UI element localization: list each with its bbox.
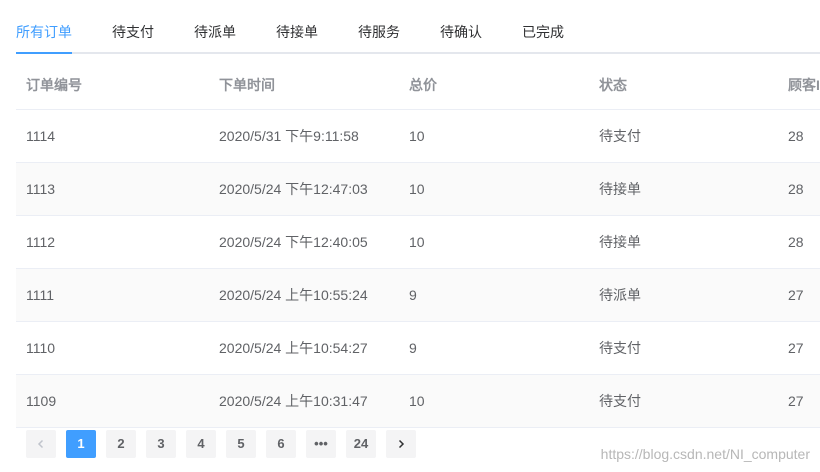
order-time-cell: 2020/5/24 上午10:54:27 — [219, 340, 368, 356]
page-button-6[interactable]: 6 — [266, 430, 296, 458]
tab-pending-confirm[interactable]: 待确认 — [440, 22, 482, 42]
order-status-tabs: 所有订单 待支付 待派单 待接单 待服务 待确认 已完成 — [16, 12, 820, 54]
tab-pending-payment[interactable]: 待支付 — [112, 22, 154, 42]
page-button-24[interactable]: 24 — [346, 430, 376, 458]
tab-all-orders[interactable]: 所有订单 — [16, 22, 72, 42]
table-row[interactable]: 1114 2020/5/31 下午9:11:58 10 待支付 28 — [16, 110, 820, 163]
table-row[interactable]: 1113 2020/5/24 下午12:47:03 10 待接单 28 — [16, 163, 820, 216]
status-cell: 待派单 — [599, 287, 641, 303]
total-price-cell: 10 — [409, 181, 425, 197]
order-id-cell: 1114 — [26, 128, 56, 144]
orders-table: 订单编号 下单时间 总价 状态 顾客I 1114 2020/5/31 下午9:1… — [16, 62, 820, 428]
table-header-row: 订单编号 下单时间 总价 状态 顾客I — [16, 62, 820, 110]
page-button-1[interactable]: 1 — [66, 430, 96, 458]
status-cell: 待接单 — [599, 181, 641, 197]
tab-pending-accept[interactable]: 待接单 — [276, 22, 318, 42]
customer-cell: 27 — [788, 340, 804, 356]
order-time-cell: 2020/5/24 下午12:40:05 — [219, 234, 368, 250]
total-price-cell: 9 — [409, 287, 417, 303]
page-button-2[interactable]: 2 — [106, 430, 136, 458]
active-tab-indicator — [16, 52, 72, 54]
status-cell: 待接单 — [599, 234, 641, 250]
total-price-cell: 10 — [409, 393, 425, 409]
chevron-right-icon — [398, 439, 405, 448]
order-time-cell: 2020/5/24 上午10:55:24 — [219, 287, 368, 303]
column-header-order-time[interactable]: 下单时间 — [219, 62, 275, 109]
order-id-cell: 1113 — [26, 181, 56, 197]
tab-pending-service[interactable]: 待服务 — [358, 22, 400, 42]
next-page-button[interactable] — [386, 430, 416, 458]
column-header-total-price[interactable]: 总价 — [409, 62, 437, 109]
total-price-cell: 9 — [409, 340, 417, 356]
status-cell: 待支付 — [599, 393, 641, 409]
column-header-order-id[interactable]: 订单编号 — [26, 62, 82, 109]
prev-page-button[interactable] — [26, 430, 56, 458]
order-id-cell: 1112 — [26, 234, 56, 250]
order-id-cell: 1110 — [26, 340, 56, 356]
page-button-4[interactable]: 4 — [186, 430, 216, 458]
status-cell: 待支付 — [599, 128, 641, 144]
column-header-status[interactable]: 状态 — [599, 62, 627, 109]
order-time-cell: 2020/5/24 上午10:31:47 — [219, 393, 368, 409]
order-id-cell: 1111 — [26, 287, 55, 303]
table-row[interactable]: 1112 2020/5/24 下午12:40:05 10 待接单 28 — [16, 216, 820, 269]
total-price-cell: 10 — [409, 234, 425, 250]
table-row[interactable]: 1109 2020/5/24 上午10:31:47 10 待支付 27 — [16, 375, 820, 428]
status-cell: 待支付 — [599, 340, 641, 356]
order-id-cell: 1109 — [26, 393, 57, 409]
order-time-cell: 2020/5/24 下午12:47:03 — [219, 181, 368, 197]
customer-cell: 28 — [788, 128, 804, 144]
customer-cell: 27 — [788, 287, 804, 303]
column-header-customer[interactable]: 顾客I — [788, 62, 820, 109]
tab-pending-dispatch[interactable]: 待派单 — [194, 22, 236, 42]
order-time-cell: 2020/5/31 下午9:11:58 — [219, 128, 359, 144]
chevron-left-icon — [37, 439, 44, 448]
customer-cell: 28 — [788, 181, 804, 197]
page-button-5[interactable]: 5 — [226, 430, 256, 458]
tab-completed[interactable]: 已完成 — [522, 22, 564, 42]
page-ellipsis-button[interactable]: ••• — [306, 430, 336, 458]
page-button-3[interactable]: 3 — [146, 430, 176, 458]
customer-cell: 27 — [788, 393, 804, 409]
total-price-cell: 10 — [409, 128, 425, 144]
watermark: https://blog.csdn.net/NI_computer — [600, 446, 810, 462]
table-row[interactable]: 1111 2020/5/24 上午10:55:24 9 待派单 27 — [16, 269, 820, 322]
table-row[interactable]: 1110 2020/5/24 上午10:54:27 9 待支付 27 — [16, 322, 820, 375]
customer-cell: 28 — [788, 234, 804, 250]
